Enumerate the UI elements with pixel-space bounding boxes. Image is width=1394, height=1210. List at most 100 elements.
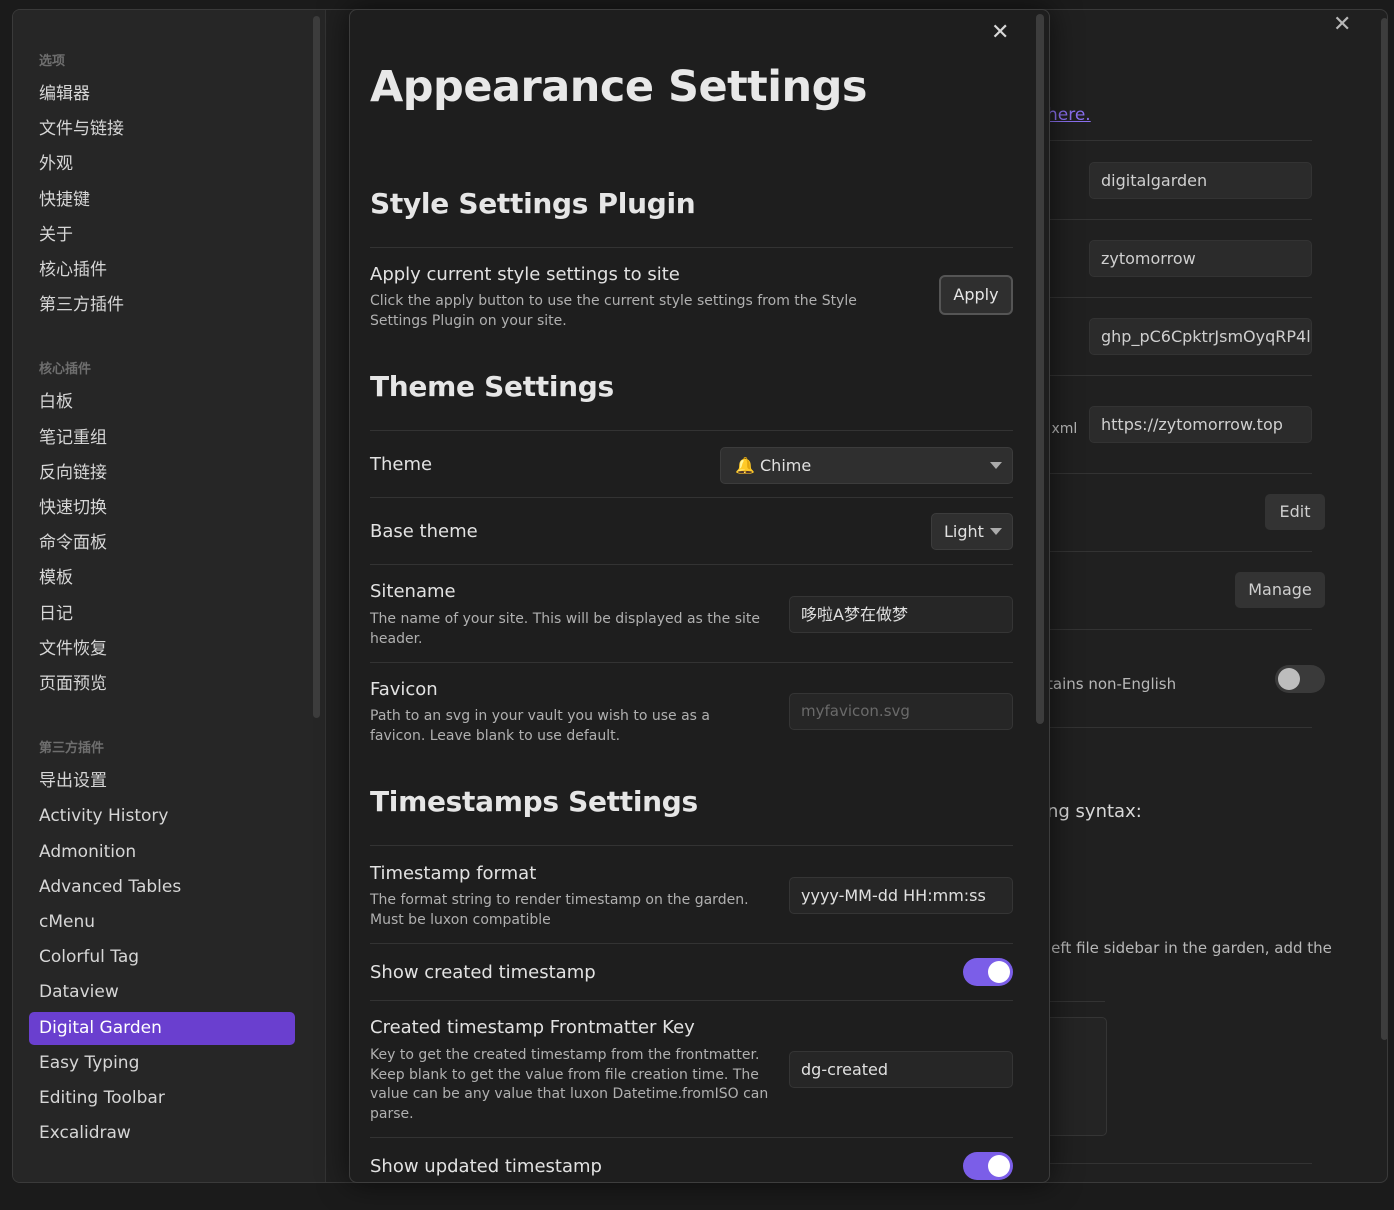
sidebar-section-heading: 第三方插件 <box>39 741 105 757</box>
edit-button[interactable]: Edit <box>1265 494 1325 530</box>
sidebar-item[interactable]: Easy Typing <box>29 1047 295 1080</box>
background-field-repo[interactable]: digitalgarden <box>1089 162 1312 199</box>
setting-name: Favicon <box>370 679 438 700</box>
sidebar-item[interactable]: 第三方插件 <box>29 289 295 322</box>
sidebar-item[interactable]: 文件与链接 <box>29 113 295 146</box>
base-theme-dropdown[interactable]: Light <box>931 513 1013 550</box>
section-title-theme: Theme Settings <box>370 370 614 403</box>
setting-description: Key to get the created timestamp from th… <box>370 1047 769 1122</box>
divider <box>1035 551 1312 552</box>
sidebar-item[interactable]: 反向链接 <box>29 457 295 490</box>
sidebar-item[interactable]: Admonition <box>29 836 295 869</box>
background-label: .xml <box>1047 421 1078 437</box>
background-toggle[interactable] <box>1275 665 1325 693</box>
divider <box>1035 1163 1312 1164</box>
divider <box>370 1137 1013 1138</box>
sidebar-item[interactable]: 页面预览 <box>29 668 295 701</box>
appearance-settings-modal: ✕ Appearance Settings Style Settings Plu… <box>349 9 1050 1183</box>
background-link[interactable]: here. <box>1047 105 1091 125</box>
divider <box>370 430 1013 431</box>
manage-button[interactable]: Manage <box>1235 572 1325 608</box>
setting-description: The name of your site. This will be disp… <box>370 611 760 647</box>
setting-description: The format string to render timestamp on… <box>370 892 749 928</box>
setting-name: Timestamp format <box>370 863 537 884</box>
setting-description: Path to an svg in your vault you wish to… <box>370 708 711 744</box>
sidebar-item[interactable]: Digital Garden <box>29 1011 295 1045</box>
divider <box>1035 375 1312 376</box>
setting-name: Created timestamp Frontmatter Key <box>370 1017 695 1038</box>
sidebar-item[interactable]: 快速切换 <box>29 492 295 525</box>
background-label: left file sidebar in the garden, add the <box>1047 939 1332 957</box>
close-settings-icon[interactable]: ✕ <box>1333 12 1351 37</box>
created-key-input[interactable]: dg-created <box>789 1051 1013 1088</box>
timestamp-format-input[interactable]: yyyy-MM-dd HH:mm:ss <box>789 877 1013 914</box>
sidebar-item[interactable]: 外观 <box>29 148 295 181</box>
background-label: ng syntax: <box>1047 801 1142 822</box>
sidebar-item[interactable]: 日记 <box>29 598 295 631</box>
divider <box>370 845 1013 846</box>
divider <box>370 497 1013 498</box>
favicon-input[interactable]: myfavicon.svg <box>789 693 1013 730</box>
divider <box>370 247 1013 248</box>
theme-dropdown[interactable]: 🔔 Chime <box>720 447 1013 484</box>
theme-value: 🔔 Chime <box>735 456 812 475</box>
setting-name: Base theme <box>370 521 478 542</box>
sidebar-item[interactable]: 快捷键 <box>29 184 295 217</box>
sidebar-item[interactable]: Editing Toolbar <box>29 1082 295 1115</box>
chevron-down-icon <box>990 462 1002 469</box>
divider <box>370 943 1013 944</box>
sidebar-item[interactable]: cMenu <box>29 906 295 939</box>
sidebar-item[interactable]: 导出设置 <box>29 765 295 798</box>
sidebar-item[interactable]: Dataview <box>29 976 295 1009</box>
sidebar-item[interactable]: 命令面板 <box>29 527 295 560</box>
base-theme-value: Light <box>944 522 984 541</box>
divider <box>1035 219 1312 220</box>
setting-name: Theme <box>370 454 433 475</box>
close-icon[interactable]: ✕ <box>991 20 1009 45</box>
sidebar-section-heading: 核心插件 <box>39 362 92 378</box>
toggle-knob <box>988 961 1010 983</box>
divider <box>1035 473 1312 474</box>
toggle-knob <box>1278 668 1300 690</box>
toggle-knob <box>988 1155 1010 1177</box>
sidebar-item[interactable]: 模板 <box>29 562 295 595</box>
background-field-user[interactable]: zytomorrow <box>1089 240 1312 277</box>
modal-title: Appearance Settings <box>370 62 867 112</box>
sidebar-item[interactable]: 编辑器 <box>29 78 295 111</box>
setting-name: Sitename <box>370 581 456 602</box>
divider <box>1035 629 1312 630</box>
background-field-url[interactable]: https://zytomorrow.top <box>1089 406 1312 443</box>
sidebar-section-heading: 选项 <box>39 54 66 69</box>
section-title-style: Style Settings Plugin <box>370 187 696 220</box>
modal-scrollbar[interactable] <box>1036 14 1044 724</box>
sidebar-scrollbar[interactable] <box>313 16 320 718</box>
sidebar-item[interactable]: Activity History <box>29 800 295 833</box>
divider <box>1035 140 1312 141</box>
sidebar-item[interactable]: Advanced Tables <box>29 871 295 904</box>
sitename-input[interactable]: 哆啦A梦在做梦 <box>789 596 1013 633</box>
sidebar-item[interactable]: 白板 <box>29 386 295 419</box>
divider <box>370 1000 1013 1001</box>
background-field-token[interactable]: ghp_pC6CpktrJsmOyqRP4l <box>1089 318 1312 355</box>
divider <box>1035 727 1312 728</box>
sidebar-item[interactable]: 关于 <box>29 219 295 252</box>
divider <box>1035 297 1312 298</box>
section-title-timestamps: Timestamps Settings <box>370 785 698 818</box>
sidebar-item[interactable]: Colorful Tag <box>29 941 295 974</box>
content-scrollbar[interactable] <box>1381 18 1387 1040</box>
show-created-toggle[interactable] <box>963 958 1013 986</box>
sidebar-item[interactable]: 核心插件 <box>29 254 295 287</box>
background-label: tains non-English <box>1047 675 1177 693</box>
settings-sidebar: 选项 编辑器 文件与链接 外观 快捷键 关于 核心插件 第三方插件 核心插件 白板 笔记重组 反向链接… <box>13 10 326 1182</box>
sidebar-item[interactable]: 文件恢复 <box>29 633 295 666</box>
apply-button[interactable]: Apply <box>939 275 1013 315</box>
setting-name: Apply current style settings to site <box>370 264 680 285</box>
setting-description: Click the apply button to use the curren… <box>370 293 857 329</box>
show-updated-toggle[interactable] <box>963 1152 1013 1180</box>
setting-name: Show created timestamp <box>370 962 596 983</box>
divider <box>370 564 1013 565</box>
chevron-down-icon <box>990 528 1002 535</box>
sidebar-item[interactable]: Excalidraw <box>29 1117 295 1150</box>
setting-name: Show updated timestamp <box>370 1156 602 1177</box>
sidebar-item[interactable]: 笔记重组 <box>29 422 295 455</box>
